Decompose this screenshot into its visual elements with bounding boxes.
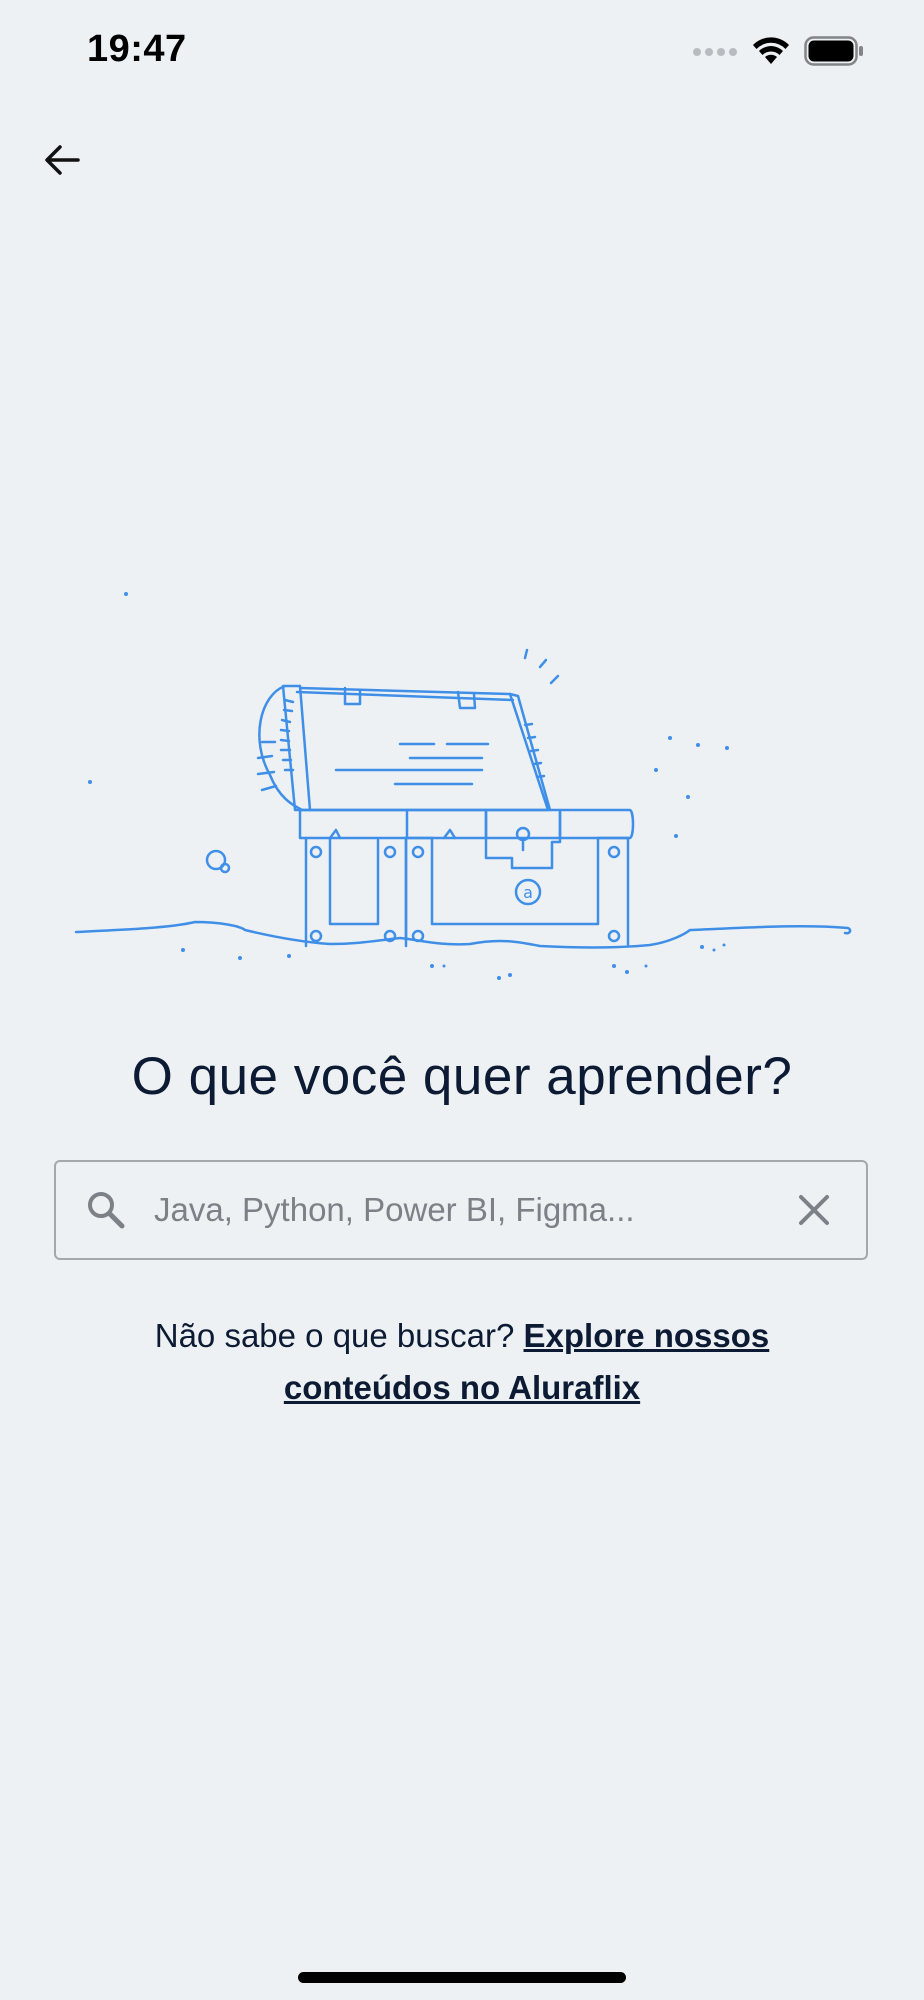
status-bar: 19:47 bbox=[0, 0, 924, 100]
status-time: 19:47 bbox=[87, 28, 187, 70]
search-input[interactable] bbox=[154, 1180, 784, 1240]
helper-text: Não sabe o que buscar? Explore nossos co… bbox=[100, 1310, 824, 1414]
signal-dots-icon bbox=[692, 45, 738, 63]
search-icon bbox=[84, 1188, 128, 1232]
home-indicator[interactable] bbox=[298, 1972, 626, 1983]
back-button[interactable] bbox=[30, 130, 94, 194]
wifi-icon bbox=[752, 36, 790, 71]
helper-prefix: Não sabe o que buscar? bbox=[154, 1317, 524, 1354]
svg-text:a: a bbox=[523, 883, 533, 902]
arrow-left-icon bbox=[42, 140, 82, 185]
battery-icon bbox=[804, 36, 864, 71]
page-title: O que você quer aprender? bbox=[131, 1047, 793, 1106]
close-icon[interactable] bbox=[784, 1180, 844, 1240]
status-icons bbox=[692, 36, 864, 71]
treasure-chest-illustration: a bbox=[0, 560, 924, 1000]
search-field[interactable] bbox=[54, 1160, 868, 1260]
